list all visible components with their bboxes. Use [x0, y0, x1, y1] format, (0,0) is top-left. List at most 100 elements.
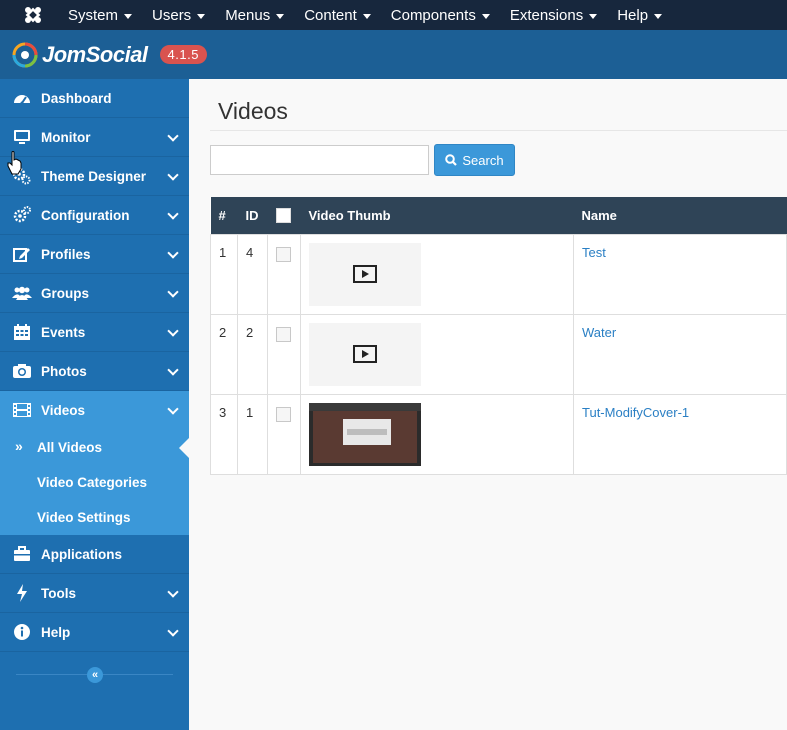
submenu-label: All Videos — [37, 440, 103, 455]
video-name-link[interactable]: Tut-ModifyCover-1 — [582, 405, 689, 420]
sidebar-item-videos[interactable]: Videos — [0, 391, 189, 430]
row-checkbox[interactable] — [276, 326, 291, 342]
sidebar-item-label: Videos — [41, 402, 86, 418]
menu-label: Content — [304, 6, 357, 24]
calendar-icon — [12, 322, 32, 342]
menu-label: Help — [617, 6, 649, 24]
main-content: Videos Search # ID Video Thumb Name 1 4 — [189, 79, 787, 730]
row-number: 1 — [210, 233, 238, 315]
sidebar-item-applications[interactable]: Applications — [0, 535, 189, 574]
video-thumbnail[interactable] — [309, 242, 421, 306]
caret-down-icon — [124, 13, 133, 19]
row-number: 2 — [210, 313, 238, 395]
chevron-down-icon — [167, 169, 179, 181]
sidebar-item-profiles[interactable]: Profiles — [0, 235, 189, 274]
top-menu-menus[interactable]: Menus — [215, 0, 294, 30]
sidebar-item-label: Photos — [41, 363, 87, 379]
top-menu-extensions[interactable]: Extensions — [500, 0, 607, 30]
brand-logo[interactable]: JomSocial — [12, 42, 148, 68]
top-menu-components[interactable]: Components — [381, 0, 500, 30]
sidebar-item-dashboard[interactable]: Dashboard — [0, 79, 189, 118]
sidebar-item-monitor[interactable]: Monitor — [0, 118, 189, 157]
column-header-num[interactable]: # — [210, 197, 238, 234]
top-menu-users[interactable]: Users — [142, 0, 215, 30]
row-name-cell: Water — [573, 313, 787, 395]
table-row: 1 4 Test — [210, 233, 787, 315]
sidebar-item-help[interactable]: Help — [0, 613, 189, 652]
sidebar-item-label: Profiles — [41, 246, 91, 262]
sidebar-item-groups[interactable]: Groups — [0, 274, 189, 313]
info-icon — [12, 622, 32, 642]
video-name-link[interactable]: Water — [582, 325, 616, 340]
sidebar-item-tools[interactable]: Tools — [0, 574, 189, 613]
chevron-down-icon — [167, 325, 179, 337]
select-all-checkbox[interactable] — [275, 208, 291, 224]
column-header-select — [267, 197, 301, 234]
submenu-item-all-videos[interactable]: All Videos — [0, 430, 189, 465]
row-checkbox[interactable] — [276, 406, 291, 422]
submenu-item-video-categories[interactable]: Video Categories — [0, 465, 189, 500]
row-thumb-cell — [300, 313, 574, 395]
sidebar-item-configuration[interactable]: Configuration — [0, 196, 189, 235]
play-icon — [353, 345, 377, 363]
page-title: Videos — [218, 98, 288, 124]
caret-down-icon — [481, 13, 490, 19]
sidebar-item-label: Theme Designer — [41, 168, 147, 184]
videos-table: # ID Video Thumb Name 1 4 Test 2 2 Water… — [210, 197, 787, 475]
sidebar-item-theme-designer[interactable]: Theme Designer — [0, 157, 189, 196]
menu-label: Extensions — [509, 6, 584, 24]
table-row: 3 1 Tut-ModifyCover-1 — [210, 393, 787, 475]
row-id: 1 — [237, 393, 268, 475]
submenu-label: Video Settings — [37, 510, 131, 525]
gears-icon — [12, 205, 32, 225]
row-thumb-cell — [300, 233, 574, 315]
admin-topbar: System Users Menus Content Components Ex… — [0, 0, 787, 30]
video-thumbnail[interactable] — [309, 322, 421, 386]
chevron-down-icon — [167, 586, 179, 598]
top-menu-content[interactable]: Content — [294, 0, 381, 30]
search-input[interactable] — [210, 145, 429, 175]
chevron-down-icon — [167, 130, 179, 142]
row-id: 2 — [237, 313, 268, 395]
collapse-sidebar-icon[interactable]: « — [87, 667, 103, 683]
row-id: 4 — [237, 233, 268, 315]
sidebar-item-label: Configuration — [41, 207, 130, 223]
caret-down-icon — [362, 13, 371, 19]
row-name-cell: Tut-ModifyCover-1 — [573, 393, 787, 475]
brand-name: JomSocial — [42, 41, 148, 67]
sidebar-item-label: Tools — [41, 585, 76, 601]
submenu-item-video-settings[interactable]: Video Settings — [0, 500, 189, 535]
search-button[interactable]: Search — [434, 144, 515, 176]
chevron-down-icon — [167, 247, 179, 259]
top-menu-system[interactable]: System — [58, 0, 142, 30]
search-button-label: Search — [462, 152, 504, 168]
row-select-cell — [267, 313, 301, 395]
sidebar-item-label: Applications — [41, 546, 123, 562]
top-menu: System Users Menus Content Components Ex… — [58, 0, 672, 30]
joomla-logo-icon[interactable] — [8, 0, 58, 30]
sidebar-item-photos[interactable]: Photos — [0, 352, 189, 391]
film-icon — [12, 400, 32, 420]
play-icon — [353, 265, 377, 283]
edit-icon — [12, 244, 32, 264]
column-header-name[interactable]: Name — [573, 197, 787, 234]
column-header-id[interactable]: ID — [237, 197, 268, 234]
chevron-down-icon — [167, 208, 179, 220]
video-name-link[interactable]: Test — [582, 245, 606, 260]
monitor-icon — [12, 127, 32, 147]
search-icon — [445, 154, 458, 166]
sidebar-item-label: Dashboard — [41, 90, 112, 106]
top-menu-help[interactable]: Help — [607, 0, 672, 30]
sidebar-item-label: Groups — [41, 285, 90, 301]
sidebar-item-events[interactable]: Events — [0, 313, 189, 352]
video-thumbnail[interactable] — [309, 402, 421, 466]
thumbnail-image-part — [347, 428, 387, 435]
videos-submenu: All Videos Video Categories Video Settin… — [0, 430, 189, 535]
menu-label: Users — [152, 6, 192, 24]
dashboard-icon — [12, 88, 32, 108]
bolt-icon — [12, 583, 32, 603]
row-select-cell — [267, 233, 301, 315]
chevron-down-icon — [167, 286, 179, 298]
sidebar-item-label: Help — [41, 624, 71, 640]
row-checkbox[interactable] — [276, 246, 291, 262]
